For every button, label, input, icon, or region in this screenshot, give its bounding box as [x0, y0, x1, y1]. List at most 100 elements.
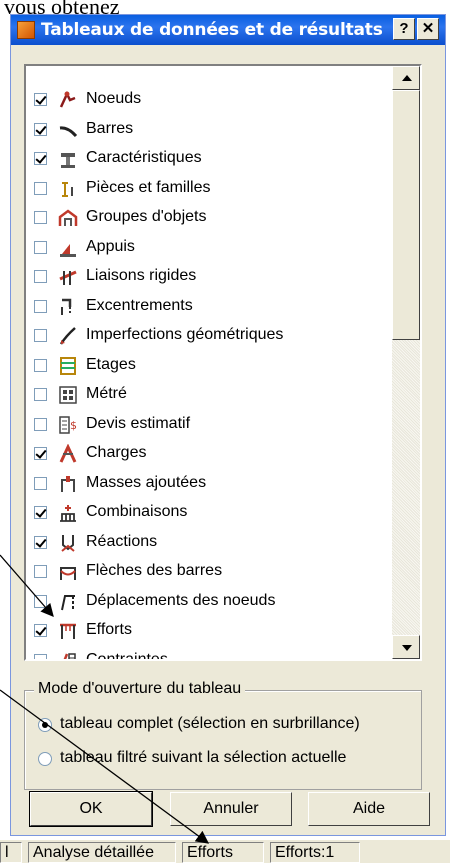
rigid-links-icon [58, 267, 78, 287]
item-checkbox[interactable] [34, 122, 47, 136]
item-checkbox[interactable] [34, 535, 47, 549]
radio-full-table[interactable] [38, 718, 52, 732]
list-item[interactable]: Métré [26, 381, 392, 410]
item-checkbox[interactable] [34, 653, 47, 659]
item-checkbox[interactable] [34, 624, 47, 637]
item-label: Pièces et familles [86, 178, 211, 196]
item-label: Etages [86, 355, 136, 373]
item-checkbox[interactable] [34, 447, 47, 460]
list-item[interactable]: Groupes d'objets [26, 204, 392, 233]
item-checkbox[interactable] [34, 329, 47, 342]
list-item[interactable]: Combinaisons [26, 499, 392, 528]
list-item[interactable]: Contraintes [26, 647, 392, 660]
help-dialog-button[interactable]: Aide [308, 792, 430, 826]
storeys-icon [58, 356, 78, 376]
list-item[interactable]: Appuis [26, 234, 392, 263]
item-label: Combinaisons [86, 503, 188, 520]
item-checkbox[interactable] [34, 358, 47, 372]
svg-text:$: $ [70, 419, 77, 432]
item-checkbox[interactable] [34, 93, 47, 106]
characteristics-icon [58, 149, 78, 169]
item-checkbox[interactable] [34, 299, 47, 313]
added-masses-icon [58, 474, 78, 494]
item-checkbox[interactable] [34, 270, 47, 283]
item-label: Contraintes [86, 650, 168, 660]
tables-list[interactable]: Noeuds Barres Caractéristiques Pièces et fa… [24, 64, 422, 661]
list-item[interactable]: Imperfections géométriques [26, 322, 392, 351]
list-item[interactable]: Réactions [26, 529, 392, 558]
scroll-down-icon[interactable] [392, 635, 420, 659]
item-label: Noeuds [86, 90, 142, 107]
item-label: Devis estimatif [86, 414, 191, 432]
parts-families-icon [58, 179, 78, 199]
status-bar: l Analyse détaillée Efforts Efforts:1 [0, 840, 450, 863]
item-label: Charges [86, 444, 147, 461]
item-label: Réactions [86, 532, 158, 550]
stresses-icon [58, 651, 78, 659]
scroll-thumb[interactable] [392, 90, 420, 340]
opening-mode-legend: Mode d'ouverture du tableau [34, 680, 246, 698]
list-item[interactable]: Etages [26, 352, 392, 381]
item-label: Efforts [86, 621, 132, 638]
status-cell-analysis: Analyse détaillée [28, 842, 176, 863]
list-item[interactable]: Flèches des barres [26, 558, 392, 587]
item-label: Flèches des barres [86, 562, 223, 579]
help-button[interactable]: ? [393, 18, 415, 40]
item-label: Métré [86, 385, 127, 402]
item-checkbox[interactable] [34, 417, 47, 431]
node-displacements-icon [58, 592, 78, 612]
close-button[interactable]: ✕ [417, 18, 439, 40]
item-checkbox[interactable] [34, 594, 47, 608]
list-scrollbar[interactable] [392, 66, 420, 659]
tables-list-items: Noeuds Barres Caractéristiques Pièces et fa… [26, 66, 392, 659]
item-label: Appuis [86, 237, 135, 255]
item-checkbox[interactable] [34, 388, 47, 401]
forces-icon [58, 621, 78, 641]
ok-button[interactable]: OK [29, 791, 153, 827]
radio-filtered-table[interactable] [38, 752, 52, 766]
item-checkbox[interactable] [34, 152, 47, 165]
cancel-button[interactable]: Annuler [170, 792, 292, 826]
radio-filtered-table-label[interactable]: tableau filtré suivant la sélection actu… [60, 749, 346, 767]
item-label: Caractéristiques [86, 149, 202, 166]
status-cell-1: l [0, 842, 22, 863]
item-checkbox[interactable] [34, 240, 47, 254]
list-item[interactable]: Excentrements [26, 293, 392, 322]
quantity-survey-icon [58, 385, 78, 405]
list-item[interactable]: Déplacements des noeuds [26, 588, 392, 617]
list-item[interactable]: Caractéristiques [26, 145, 392, 174]
cost-estimate-icon: $ [58, 415, 78, 435]
item-label: Déplacements des noeuds [86, 591, 276, 609]
bars-icon [58, 120, 78, 140]
item-label: Excentrements [86, 296, 193, 314]
item-label: Liaisons rigides [86, 267, 197, 284]
scroll-up-icon[interactable] [392, 66, 420, 90]
list-item[interactable]: Charges [26, 440, 392, 469]
list-item[interactable]: $ Devis estimatif [26, 411, 392, 440]
app-icon [17, 21, 35, 39]
list-item[interactable]: Masses ajoutées [26, 470, 392, 499]
reactions-icon [58, 533, 78, 553]
item-label: Masses ajoutées [86, 473, 207, 491]
radio-full-table-label[interactable]: tableau complet (sélection en surbrillan… [60, 715, 360, 733]
item-label: Barres [86, 119, 134, 137]
list-item[interactable]: Barres [26, 116, 392, 145]
title-bar[interactable]: Tableaux de données et de résultats ? ✕ [11, 15, 445, 45]
list-item[interactable]: Efforts [26, 617, 392, 646]
list-item[interactable]: Noeuds [26, 86, 392, 115]
bar-deflections-icon [58, 562, 78, 582]
item-label: Groupes d'objets [86, 208, 207, 225]
offsets-icon [58, 297, 78, 317]
object-groups-icon [58, 208, 78, 228]
opening-mode-group [24, 690, 422, 790]
item-checkbox[interactable] [34, 565, 47, 578]
item-checkbox[interactable] [34, 181, 47, 195]
status-cell-efforts: Efforts [182, 842, 264, 863]
loads-icon [58, 443, 78, 464]
list-item[interactable]: Pièces et familles [26, 175, 392, 204]
item-checkbox[interactable] [34, 506, 47, 519]
item-label: Imperfections géométriques [86, 326, 284, 343]
item-checkbox[interactable] [34, 476, 47, 490]
list-item[interactable]: Liaisons rigides [26, 263, 392, 292]
item-checkbox[interactable] [34, 211, 47, 224]
